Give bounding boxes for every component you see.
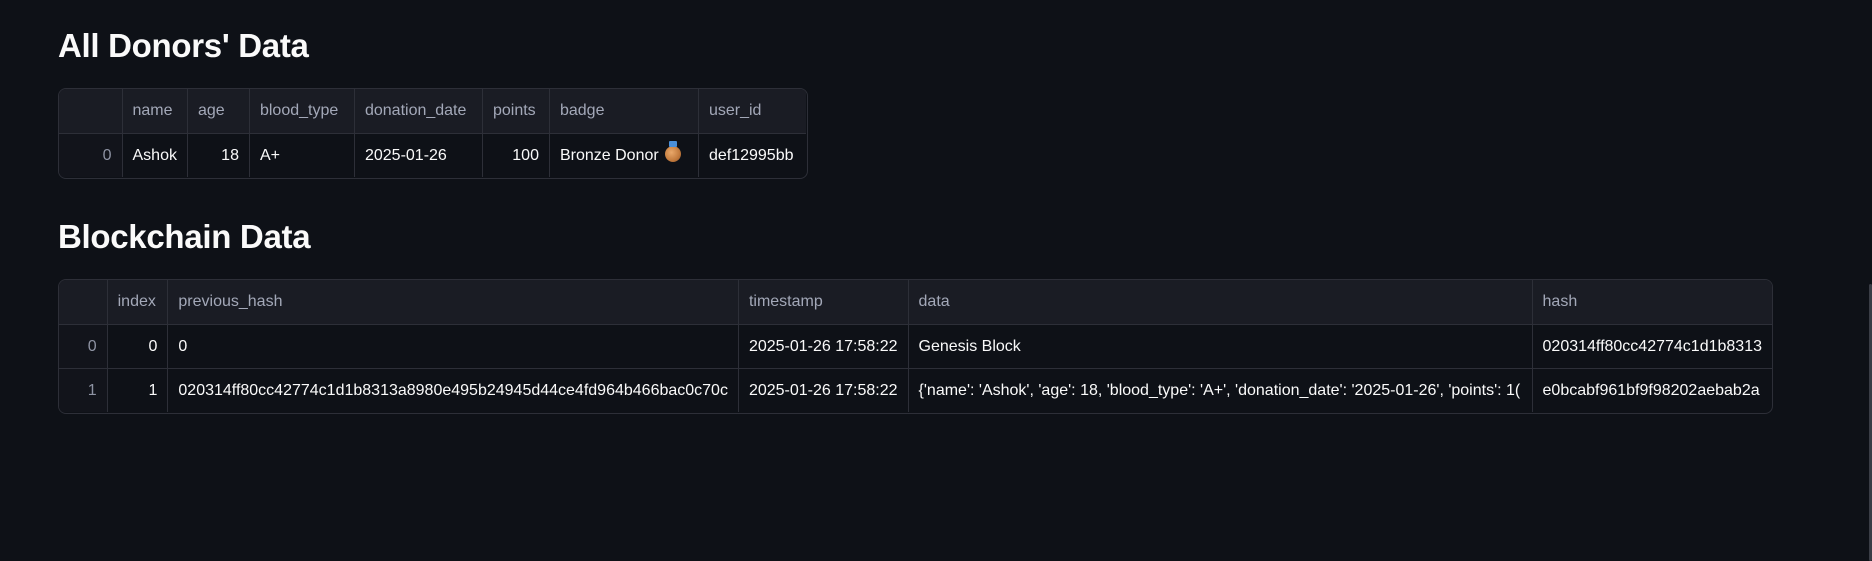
cell-badge[interactable]: Bronze Donor — [549, 133, 699, 177]
donors-column-header[interactable]: user_id — [698, 89, 807, 134]
cell-user-id[interactable]: def12995bb — [698, 134, 806, 178]
blockchain-column-header[interactable]: data — [908, 280, 1533, 325]
cell-donation-date[interactable]: 2025-01-26 — [354, 133, 483, 177]
bronze-medal-icon — [664, 141, 681, 162]
table-row: 1 1 020314ff80cc42774c1d1b8313a8980e495b… — [59, 368, 1772, 413]
donors-header-row: name age blood_type donation_date points… — [59, 89, 807, 134]
cell-blood-type[interactable]: A+ — [249, 133, 355, 177]
donors-table[interactable]: name age blood_type donation_date points… — [58, 88, 808, 179]
row-index: 1 — [59, 368, 108, 412]
blockchain-table[interactable]: index previous_hash timestamp data hash … — [58, 279, 1773, 414]
table-row: 0 Ashok 18 A+ 2025-01-26 100 Bronze Dono… — [59, 133, 806, 178]
cell-hash[interactable]: 020314ff80cc42774c1d1b8313 — [1532, 324, 1772, 369]
donors-column-header[interactable]: donation_date — [354, 89, 483, 134]
row-index: 0 — [59, 324, 108, 369]
donors-column-header[interactable]: name — [122, 89, 188, 134]
blockchain-column-header[interactable]: index — [107, 280, 169, 325]
row-index: 0 — [59, 133, 123, 177]
blockchain-header-row: index previous_hash timestamp data hash — [59, 280, 1772, 325]
cell-previous-hash[interactable]: 020314ff80cc42774c1d1b8313a8980e495b2494… — [167, 368, 739, 412]
blockchain-column-header[interactable]: previous_hash — [167, 280, 739, 325]
donors-column-header[interactable]: age — [187, 89, 250, 134]
cell-name[interactable]: Ashok — [122, 133, 188, 177]
cell-age[interactable]: 18 — [187, 133, 250, 177]
donors-column-header[interactable]: points — [482, 89, 550, 134]
blockchain-section-title: Blockchain Data — [58, 218, 311, 255]
donors-section-title: All Donors' Data — [58, 27, 309, 64]
blockchain-column-header[interactable]: hash — [1532, 280, 1772, 325]
cell-points[interactable]: 100 — [482, 133, 550, 177]
cell-index[interactable]: 0 — [107, 324, 169, 369]
cell-previous-hash[interactable]: 0 — [167, 324, 739, 369]
blockchain-index-header — [59, 280, 108, 325]
app-page: All Donors' Data name age blood_type don… — [0, 0, 1872, 561]
badge-label: Bronze Donor — [559, 147, 659, 164]
cell-timestamp[interactable]: 2025-01-26 17:58:22 — [738, 368, 909, 412]
donors-column-header[interactable]: blood_type — [249, 89, 355, 134]
cell-data[interactable]: Genesis Block — [908, 324, 1533, 369]
blockchain-column-header[interactable]: timestamp — [738, 280, 909, 325]
table-row: 0 0 0 2025-01-26 17:58:22 Genesis Block … — [59, 324, 1772, 369]
donors-index-header — [59, 89, 123, 134]
cell-hash[interactable]: e0bcabf961bf9f98202aebab2a — [1532, 369, 1772, 413]
donors-column-header[interactable]: badge — [549, 89, 699, 134]
cell-index[interactable]: 1 — [107, 368, 169, 412]
cell-data[interactable]: {'name': 'Ashok', 'age': 18, 'blood_type… — [908, 368, 1533, 412]
cell-timestamp[interactable]: 2025-01-26 17:58:22 — [738, 324, 909, 369]
